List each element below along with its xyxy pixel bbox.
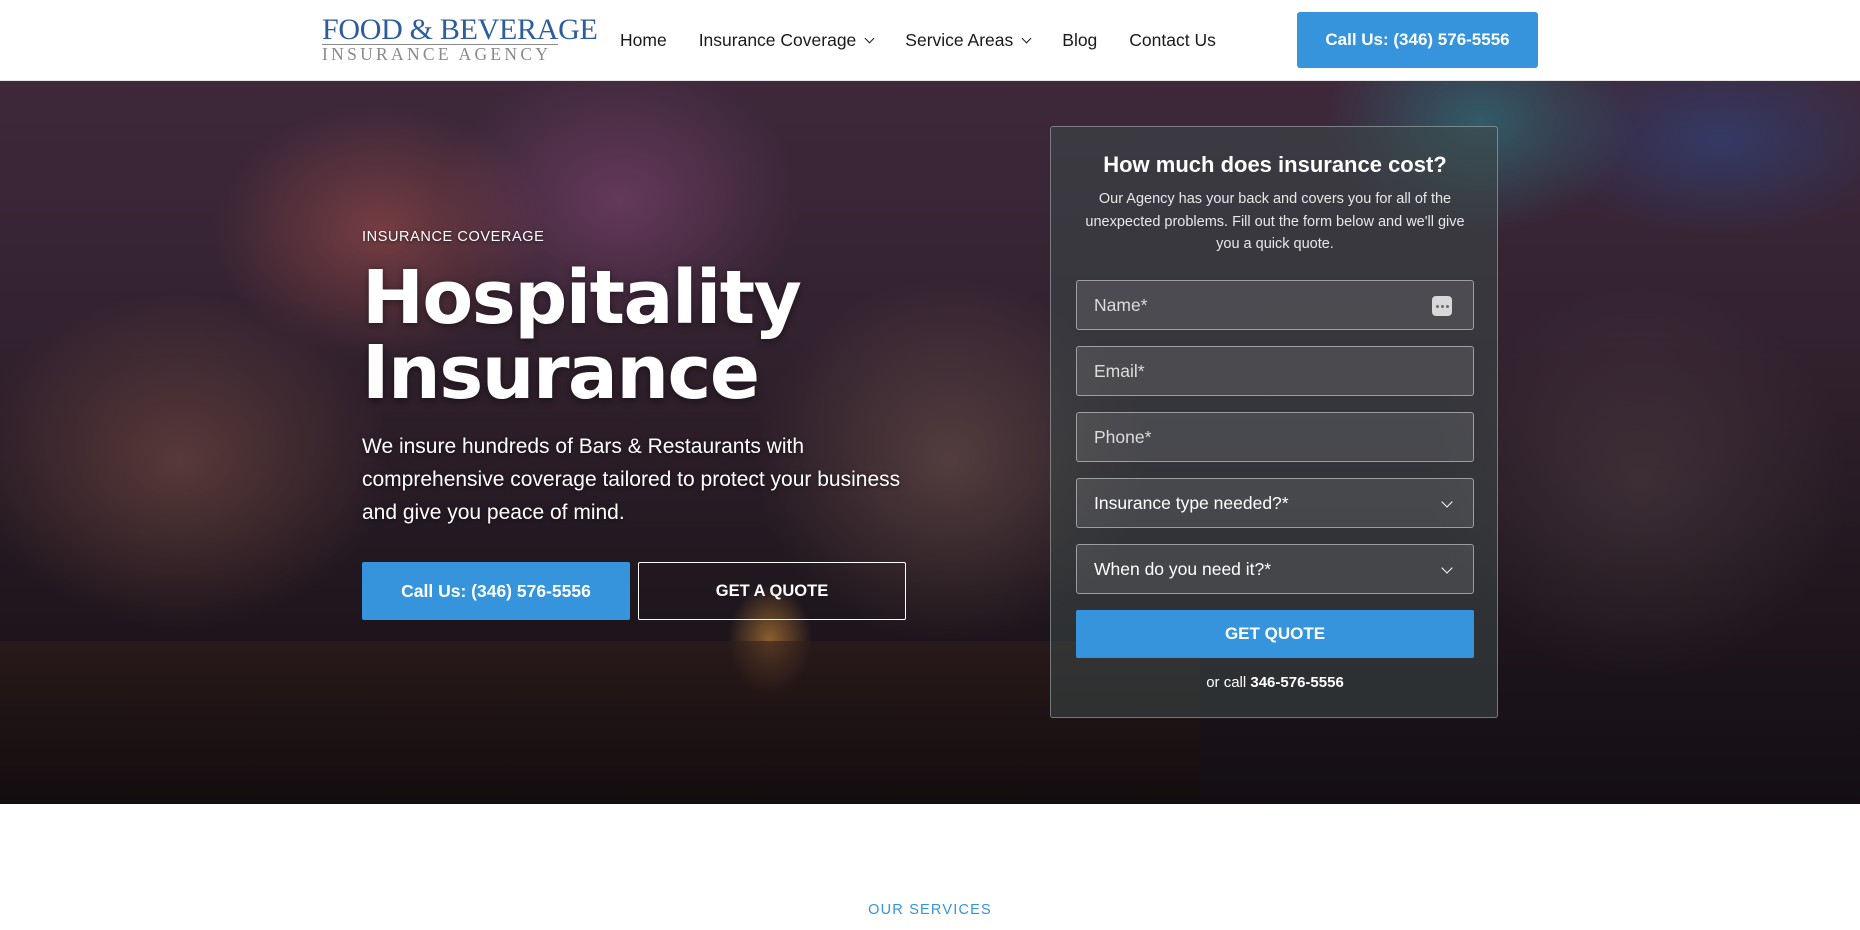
nav-home-label: Home <box>620 30 667 50</box>
hero-eyebrow: INSURANCE COVERAGE <box>362 229 545 245</box>
timeframe-select[interactable]: When do you need it?* <box>1076 544 1474 594</box>
chevron-down-icon <box>864 33 875 44</box>
nav-home[interactable]: Home <box>620 30 667 51</box>
name-field-placeholder: Name* <box>1094 294 1148 315</box>
nav-contact-us-label: Contact Us <box>1129 30 1216 50</box>
chevron-down-icon <box>1441 496 1453 508</box>
logo-subtitle: Insurance Agency <box>322 44 558 63</box>
phone-field-placeholder: Phone* <box>1094 426 1152 447</box>
insurance-type-select-value: Insurance type needed?* <box>1094 492 1289 513</box>
email-field-placeholder: Email* <box>1094 360 1145 381</box>
timeframe-select-value: When do you need it?* <box>1094 558 1272 579</box>
hero-get-quote-button[interactable]: GET A QUOTE <box>638 562 906 620</box>
quote-form: How much does insurance cost? Our Agency… <box>1050 126 1498 718</box>
or-call-prefix: or call <box>1206 674 1247 691</box>
email-field[interactable]: Email* <box>1076 346 1474 396</box>
site-header: Food & Beverage Insurance Agency Home In… <box>0 0 1860 81</box>
chevron-down-icon <box>1441 562 1453 574</box>
nav-blog-label: Blog <box>1062 30 1098 50</box>
logo-title: Food & Beverage <box>322 13 598 46</box>
hero-description: We insure hundreds of Bars & Restaurants… <box>362 435 901 524</box>
or-call-text: or call 346-576-5556 <box>1051 674 1499 691</box>
nav-insurance-coverage-label: Insurance Coverage <box>698 30 857 50</box>
chevron-down-icon <box>1021 33 1032 44</box>
name-field[interactable]: Name* <box>1076 280 1474 330</box>
phone-field[interactable]: Phone* <box>1076 412 1474 462</box>
nav-insurance-coverage[interactable]: Insurance Coverage <box>698 30 875 51</box>
autofill-icon[interactable] <box>1432 296 1452 316</box>
nav-service-areas[interactable]: Service Areas <box>905 30 1032 51</box>
quote-form-title: How much does insurance cost? <box>1103 152 1447 177</box>
hero-section: INSURANCE COVERAGE Hospitality Insurance… <box>0 81 1860 804</box>
insurance-type-select[interactable]: Insurance type needed?* <box>1076 478 1474 528</box>
main-nav: Home Insurance Coverage Service Areas Bl… <box>620 0 1216 81</box>
hero-overlay <box>0 81 1860 804</box>
logo[interactable]: Food & Beverage Insurance Agency <box>322 13 598 63</box>
get-quote-submit-button[interactable]: GET QUOTE <box>1076 610 1474 658</box>
nav-service-areas-label: Service Areas <box>905 30 1014 50</box>
services-section-label: OUR SERVICES <box>868 902 992 918</box>
or-call-phone-link[interactable]: 346-576-5556 <box>1250 674 1343 691</box>
quote-form-subtitle: Our Agency has your back and covers you … <box>1085 191 1465 252</box>
header-call-button[interactable]: Call Us: (346) 576-5556 <box>1297 12 1538 68</box>
nav-blog[interactable]: Blog <box>1062 30 1097 51</box>
hero-title: Hospitality Insurance <box>362 255 802 416</box>
nav-contact-us[interactable]: Contact Us <box>1129 30 1216 51</box>
hero-call-button[interactable]: Call Us: (346) 576-5556 <box>362 562 630 620</box>
